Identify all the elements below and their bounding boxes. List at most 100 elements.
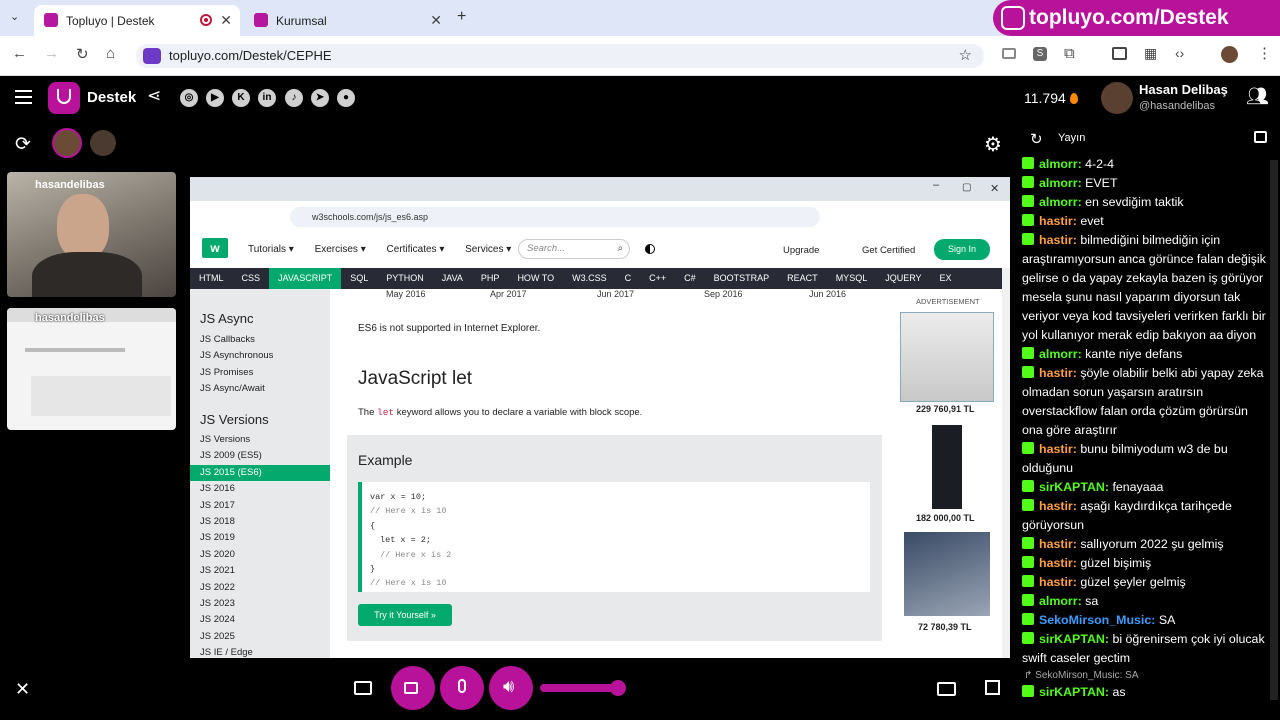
topnav-c-[interactable]: C++ xyxy=(640,268,675,289)
certificates-menu[interactable]: Certificates xyxy=(387,244,437,255)
volume-button[interactable]: 🔊︎ xyxy=(489,666,533,710)
topnav-mysql[interactable]: MYSQL xyxy=(827,268,877,289)
ad-image-3[interactable] xyxy=(904,532,990,616)
sidebar-link[interactable]: JS Versions xyxy=(190,432,330,448)
sidebar-link[interactable]: JS 2018 xyxy=(190,514,330,530)
ad-image-2[interactable] xyxy=(932,425,962,509)
topnav-php[interactable]: PHP xyxy=(472,268,509,289)
get-certified-link[interactable]: Get Certified xyxy=(862,245,915,256)
exercises-menu[interactable]: Exercises xyxy=(315,244,358,255)
theme-toggle-icon[interactable] xyxy=(645,244,655,254)
extension-s-icon[interactable]: S xyxy=(1033,47,1047,61)
telegram-icon[interactable]: ➤ xyxy=(311,89,329,107)
chat-username[interactable]: hastir: xyxy=(1039,214,1077,228)
hamburger-menu-icon[interactable] xyxy=(15,90,32,104)
tab-list-button[interactable]: ⌄ xyxy=(10,10,19,23)
chat-username[interactable]: sirKAPTAN: xyxy=(1039,632,1109,646)
inner-close-icon[interactable]: ✕ xyxy=(990,182,999,195)
home-icon[interactable]: ⌂ xyxy=(106,45,115,62)
topnav-python[interactable]: PYTHON xyxy=(377,268,433,289)
sidebar-link[interactable]: JS 2024 xyxy=(190,612,330,628)
close-tab-icon[interactable]: ✕ xyxy=(220,12,232,29)
tab-topluyo[interactable]: Topluyo | Destek ✕ xyxy=(34,5,240,36)
sidebar-link[interactable]: JS 2009 (ES5) xyxy=(190,448,330,464)
chat-tab-label[interactable]: Yayın xyxy=(1058,132,1085,144)
sidebar-link[interactable]: JS IE / Edge xyxy=(190,645,330,658)
topnav-css[interactable]: CSS xyxy=(233,268,270,289)
new-tab-button[interactable]: + xyxy=(457,8,466,26)
chat-username[interactable]: almorr: xyxy=(1039,176,1082,190)
volume-slider[interactable] xyxy=(540,680,626,696)
channel-name[interactable]: Destek xyxy=(87,89,136,106)
sidebar-link[interactable]: JS Callbacks xyxy=(190,332,330,348)
topnav-javascript[interactable]: JAVASCRIPT xyxy=(269,268,342,289)
sign-in-button[interactable]: Sign In xyxy=(934,239,990,260)
chat-scrollbar[interactable] xyxy=(1270,160,1278,700)
chat-username[interactable]: hastir: xyxy=(1039,233,1077,247)
instagram-icon[interactable]: ◎ xyxy=(180,89,198,107)
settings-gear-icon[interactable]: ⚙ xyxy=(984,132,1002,157)
topnav-jquery[interactable]: JQUERY xyxy=(876,268,930,289)
refresh-icon[interactable]: ⟳ xyxy=(15,133,31,156)
extensions-icon[interactable]: ⧉ xyxy=(1064,45,1075,62)
topluyo-app-logo[interactable] xyxy=(48,82,80,114)
users-icon[interactable]: 👥︎ xyxy=(1246,86,1269,107)
youtube-icon[interactable]: ▶ xyxy=(206,89,224,107)
sidebar-link[interactable]: JS 2022 xyxy=(190,580,330,596)
url-bar[interactable]: topluyo.com/Destek/CEPHE ☆ xyxy=(136,44,984,68)
try-it-yourself-button[interactable]: Try it Yourself » xyxy=(358,604,452,626)
chat-username[interactable]: hastir: xyxy=(1039,575,1077,589)
topnav-react[interactable]: REACT xyxy=(778,268,827,289)
chat-username[interactable]: hastir: xyxy=(1039,442,1077,456)
browser-menu-icon[interactable]: ⋮ xyxy=(1257,44,1272,62)
fullscreen-icon[interactable] xyxy=(982,637,998,653)
screen-share-thumbnail[interactable]: hasandelibas xyxy=(7,308,176,430)
sidebar-link[interactable]: JS Promises xyxy=(190,365,330,381)
screen-share-off-icon[interactable] xyxy=(354,681,372,695)
inner-maximize-icon[interactable]: ▢ xyxy=(962,182,971,193)
topnav-ex[interactable]: EX xyxy=(931,268,961,289)
github-icon[interactable]: ● xyxy=(337,89,355,107)
forward-icon[interactable]: → xyxy=(44,45,59,62)
topnav-java[interactable]: JAVA xyxy=(433,268,472,289)
site-info-icon[interactable] xyxy=(143,48,161,64)
chat-username[interactable]: SekoMirson_Music: xyxy=(1039,613,1155,627)
topnav-c[interactable]: C xyxy=(616,268,641,289)
chat-username[interactable]: sirKAPTAN: xyxy=(1039,685,1109,699)
services-menu[interactable]: Services xyxy=(465,244,503,255)
topnav-how-to[interactable]: HOW TO xyxy=(508,268,563,289)
sidebar-link[interactable]: JS Async/Await xyxy=(190,381,330,397)
topnav-html[interactable]: HTML xyxy=(190,268,233,289)
share-icon[interactable]: ⋖ xyxy=(147,86,161,106)
chat-username[interactable]: hastir: xyxy=(1039,556,1077,570)
sidebar-link[interactable]: JS 2023 xyxy=(190,596,330,612)
scrollbar[interactable] xyxy=(1002,268,1010,658)
sidebar-link[interactable]: JS 2020 xyxy=(190,547,330,563)
chat-username[interactable]: almorr: xyxy=(1039,195,1082,209)
tab-kurumsal[interactable]: Kurumsal ✕ xyxy=(244,5,450,36)
chat-username[interactable]: hastir: xyxy=(1039,366,1077,380)
sidebar-link[interactable]: JS 2017 xyxy=(190,498,330,514)
collapse-chat-icon[interactable] xyxy=(1254,131,1267,143)
topnav-c-[interactable]: C# xyxy=(675,268,705,289)
sidebar-link[interactable]: JS 2025 xyxy=(190,629,330,645)
linkedin-icon[interactable]: in xyxy=(258,89,276,107)
upgrade-link[interactable]: Upgrade xyxy=(783,245,819,256)
chat-username[interactable]: hastir: xyxy=(1039,537,1077,551)
microphone-button[interactable] xyxy=(440,666,484,710)
user-avatar[interactable] xyxy=(1101,82,1133,114)
topnav-w3-css[interactable]: W3.CSS xyxy=(563,268,616,289)
profile-avatar[interactable] xyxy=(1221,46,1238,63)
w3schools-logo[interactable]: w xyxy=(202,238,228,258)
camera-button[interactable] xyxy=(391,666,435,710)
w3-search-input[interactable]: Search... ⌕ xyxy=(518,239,630,259)
chat-username[interactable]: almorr: xyxy=(1039,594,1082,608)
webcam-feed[interactable]: hasandelibas xyxy=(7,172,176,297)
topnav-bootstrap[interactable]: BOOTSTRAP xyxy=(705,268,779,289)
sidebar-link[interactable]: JS 2015 (ES6) xyxy=(190,464,330,482)
tiktok-icon[interactable]: ♪ xyxy=(285,89,303,107)
tutorials-menu[interactable]: Tutorials xyxy=(248,244,286,255)
host-avatar-active[interactable] xyxy=(52,128,82,158)
sidebar-icon[interactable] xyxy=(1112,47,1127,60)
host-avatar[interactable] xyxy=(90,130,116,156)
